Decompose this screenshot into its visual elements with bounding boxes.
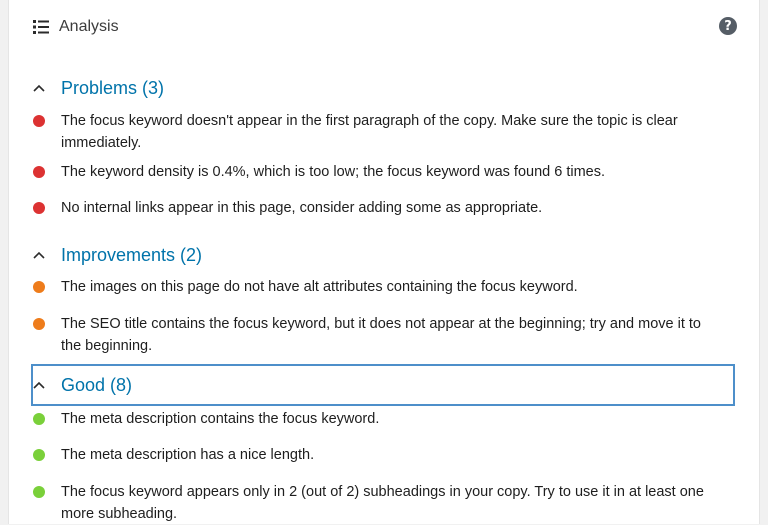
- good-text: The meta description contains the focus …: [61, 411, 380, 427]
- problem-text: The focus keyword doesn't appear in the …: [61, 113, 678, 151]
- section-good-toggle[interactable]: [31, 364, 735, 406]
- list-item: The SEO title contains the focus keyword…: [33, 313, 713, 357]
- chevron-up-icon: [33, 84, 45, 92]
- analysis-panel: Analysis ? Problems (3) The focus keywor…: [8, 0, 760, 524]
- orange-bullet-icon: [33, 318, 45, 330]
- list-item: The keyword density is 0.4%, which is to…: [33, 161, 713, 183]
- problem-text: The keyword density is 0.4%, which is to…: [61, 164, 605, 180]
- chevron-up-icon: [33, 251, 45, 259]
- help-icon[interactable]: ?: [719, 17, 737, 35]
- red-bullet-icon: [33, 166, 45, 178]
- section-good-header: Good (8): [33, 369, 132, 401]
- problem-text: No internal links appear in this page, c…: [61, 200, 543, 216]
- chevron-up-icon: [33, 381, 45, 389]
- red-bullet-icon: [33, 115, 45, 127]
- green-bullet-icon: [33, 413, 45, 425]
- list-item: The focus keyword appears only in 2 (out…: [33, 481, 713, 525]
- list-item: The meta description has a nice length.: [33, 444, 713, 466]
- section-title-problems: Problems (3): [61, 77, 165, 98]
- section-title-good: Good (8): [61, 374, 133, 395]
- list-item: The meta description contains the focus …: [33, 408, 713, 430]
- section-title-improvements: Improvements (2): [61, 244, 203, 265]
- list-icon: [33, 20, 49, 34]
- good-text: The meta description has a nice length.: [61, 447, 315, 463]
- analysis-header: Analysis ?: [33, 16, 739, 38]
- orange-bullet-icon: [33, 281, 45, 293]
- section-problems-toggle[interactable]: Problems (3): [33, 72, 164, 104]
- list-item: The focus keyword doesn't appear in the …: [33, 110, 713, 154]
- green-bullet-icon: [33, 486, 45, 498]
- list-item: No internal links appear in this page, c…: [33, 197, 713, 219]
- section-improvements-toggle[interactable]: Improvements (2): [33, 239, 202, 271]
- green-bullet-icon: [33, 449, 45, 461]
- red-bullet-icon: [33, 202, 45, 214]
- good-text: The focus keyword appears only in 2 (out…: [61, 484, 704, 522]
- improvement-text: The SEO title contains the focus keyword…: [61, 316, 701, 354]
- list-item: The images on this page do not have alt …: [33, 276, 713, 298]
- improvement-text: The images on this page do not have alt …: [61, 279, 578, 295]
- analysis-title: Analysis: [59, 18, 119, 35]
